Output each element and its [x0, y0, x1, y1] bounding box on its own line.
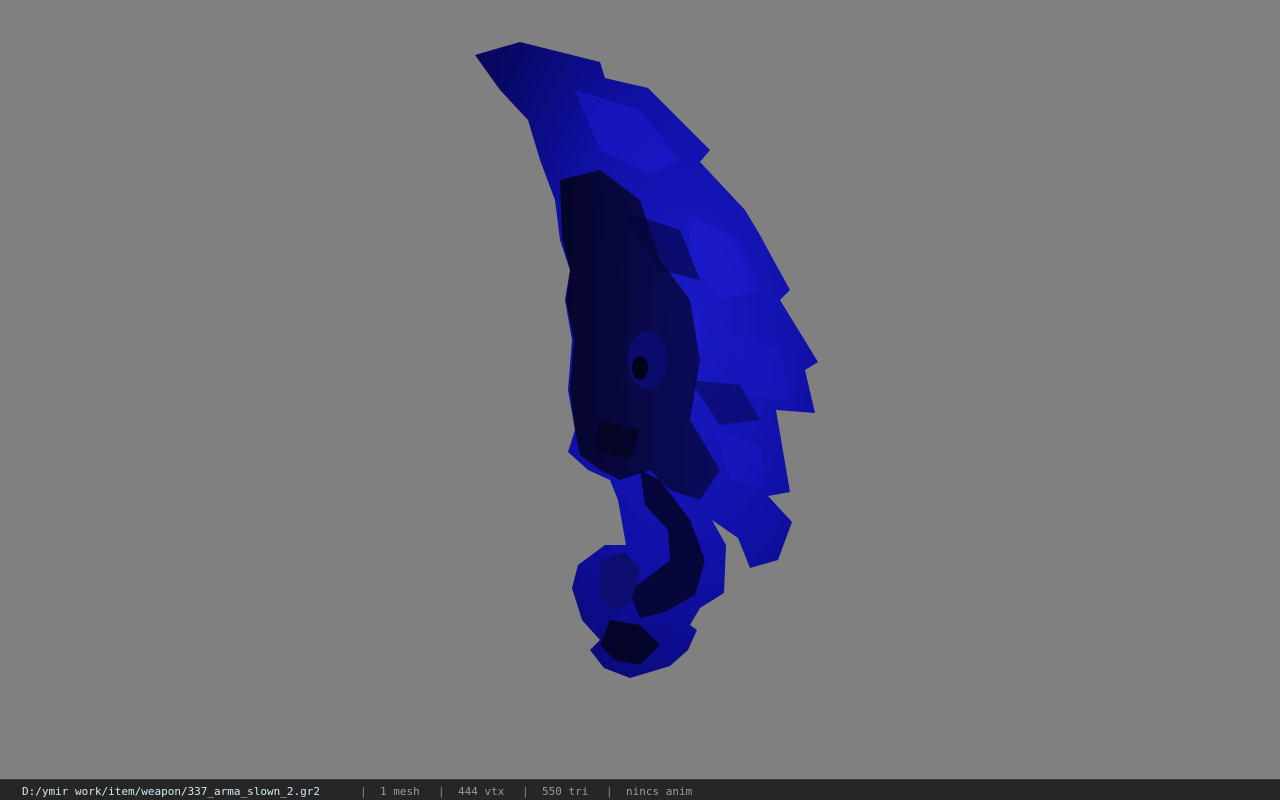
separator: | — [438, 785, 445, 798]
separator: | — [522, 785, 529, 798]
skull-eye — [628, 330, 668, 390]
animation-status: nincs anim — [626, 785, 693, 798]
3d-viewport[interactable] — [0, 0, 1280, 779]
mesh-count: 1 mesh — [380, 785, 420, 798]
weapon-model[interactable] — [0, 0, 1280, 779]
vertex-count: 444 vtx — [458, 785, 505, 798]
separator: | — [360, 785, 367, 798]
triangle-count: 550 tri — [542, 785, 589, 798]
file-path: D:/ymir work/item/weapon/337_arma_slown_… — [22, 785, 321, 798]
status-bar: D:/ymir work/item/weapon/337_arma_slown_… — [0, 779, 1280, 800]
separator: | — [606, 785, 613, 798]
